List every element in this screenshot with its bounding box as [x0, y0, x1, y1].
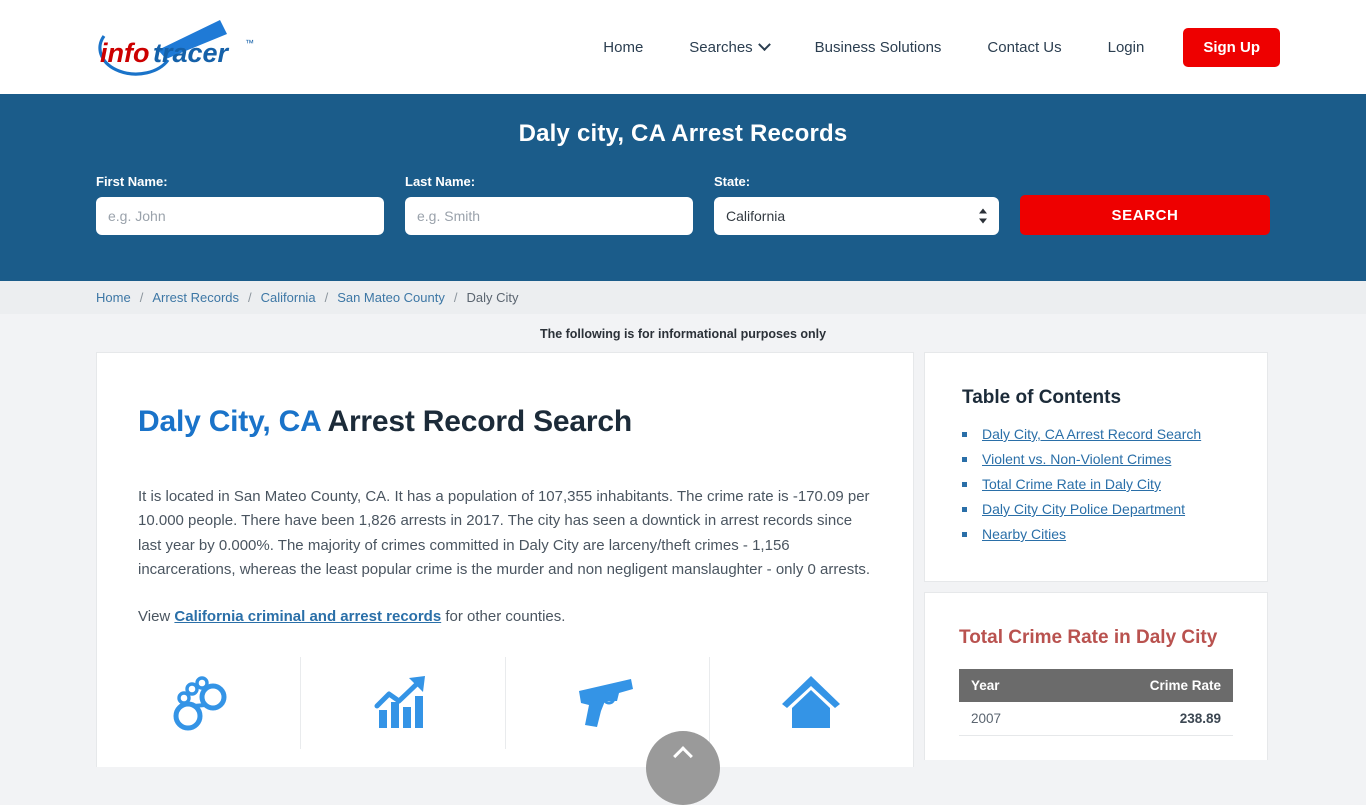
- bullet-icon: [962, 432, 967, 437]
- table-of-contents-card: Table of Contents Daly City, CA Arrest R…: [924, 352, 1268, 582]
- svg-text:tracer: tracer: [153, 38, 230, 68]
- nav-item-label: Searches: [689, 38, 753, 56]
- breadcrumb-item-california[interactable]: California: [261, 290, 316, 305]
- hero-title: Daly city, CA Arrest Records: [518, 120, 848, 147]
- crime-category-icon-strip: [97, 657, 913, 750]
- toc-link-total-crime-rate[interactable]: Total Crime Rate in Daly City: [982, 476, 1161, 492]
- breadcrumb-separator: /: [324, 290, 329, 305]
- california-records-link[interactable]: California criminal and arrest records: [174, 608, 441, 625]
- column-header-year: Year: [959, 669, 1059, 702]
- bullet-icon: [962, 482, 967, 487]
- icon-cell-crime-trend[interactable]: [301, 657, 506, 750]
- infotracer-logo[interactable]: info tracer ™: [96, 14, 266, 80]
- search-form: First Name: Last Name: State: California…: [96, 174, 1270, 235]
- table-row: 2007 238.89: [959, 702, 1233, 736]
- list-item[interactable]: Total Crime Rate in Daly City: [962, 476, 1230, 492]
- page-title: Daly City, CA Arrest Record Search: [138, 405, 872, 439]
- toc-list: Daly City, CA Arrest Record Search Viole…: [962, 426, 1230, 542]
- state-select[interactable]: California: [714, 197, 999, 235]
- list-item[interactable]: Daly City City Police Department: [962, 501, 1230, 517]
- summary-paragraph: It is located in San Mateo County, CA. I…: [138, 488, 871, 578]
- nav-item-label: Home: [603, 38, 644, 56]
- breadcrumb-item-home[interactable]: Home: [96, 290, 131, 305]
- cell-crime-rate: 238.89: [1058, 702, 1233, 736]
- icon-cell-arrests[interactable]: [97, 657, 302, 750]
- cell-year: 2007: [959, 702, 1059, 736]
- toc-link-nearby-cities[interactable]: Nearby Cities: [982, 526, 1066, 542]
- main-content-card: Daly City, CA Arrest Record Search It is…: [96, 352, 914, 767]
- total-crime-rate-card: Total Crime Rate in Daly City Year Crime…: [924, 592, 1268, 760]
- hero-search-banner: Daly city, CA Arrest Records First Name:…: [0, 94, 1366, 281]
- main-navigation: Home Searches Business Solutions Contact…: [580, 27, 1280, 67]
- breadcrumb-separator: /: [139, 290, 144, 305]
- content-area: Daly City, CA Arrest Record Search It is…: [0, 352, 1366, 770]
- view-prefix: View: [138, 608, 175, 626]
- search-button[interactable]: SEARCH: [1020, 195, 1270, 235]
- first-name-field-group: First Name:: [96, 174, 384, 235]
- view-suffix: for other counties.: [441, 608, 566, 626]
- nav-item-contact-us[interactable]: Contact Us: [964, 40, 1084, 55]
- list-item[interactable]: Daly City, CA Arrest Record Search: [962, 426, 1230, 442]
- nav-item-home[interactable]: Home: [580, 40, 666, 55]
- nav-item-login[interactable]: Login: [1085, 40, 1168, 55]
- crime-trend-chart-icon: [374, 676, 425, 729]
- first-name-label: First Name:: [96, 174, 168, 189]
- list-item[interactable]: Violent vs. Non-Violent Crimes: [962, 451, 1230, 467]
- chevron-up-icon: [673, 746, 693, 766]
- table-header-row: Year Crime Rate: [959, 669, 1233, 702]
- toc-link-violent-vs-nonviolent[interactable]: Violent vs. Non-Violent Crimes: [982, 451, 1171, 467]
- bullet-icon: [962, 532, 967, 537]
- page-title-highlight: Daly City, CA: [138, 405, 321, 438]
- crime-rate-title: Total Crime Rate in Daly City: [959, 627, 1218, 648]
- sign-up-button[interactable]: Sign Up: [1183, 27, 1280, 67]
- toc-title: Table of Contents: [962, 387, 1122, 408]
- sidebar: Table of Contents Daly City, CA Arrest R…: [924, 352, 1268, 770]
- icon-cell-property[interactable]: [710, 657, 913, 749]
- scroll-to-top-button[interactable]: [646, 731, 720, 805]
- svg-text:info: info: [100, 38, 149, 68]
- handcuffs-icon: [173, 676, 227, 731]
- site-header: info tracer ™ Home Searches Business Sol…: [0, 0, 1366, 94]
- breadcrumb-item-san-mateo-county[interactable]: San Mateo County: [337, 290, 445, 305]
- disclaimer-text: The following is for informational purpo…: [539, 327, 827, 341]
- nav-item-business-solutions[interactable]: Business Solutions: [792, 40, 965, 55]
- breadcrumb-separator: /: [453, 290, 458, 305]
- first-name-input[interactable]: [96, 197, 384, 235]
- last-name-field-group: Last Name:: [405, 174, 693, 235]
- handgun-icon: [579, 679, 634, 728]
- crime-rate-table: Year Crime Rate 2007 238.89: [959, 669, 1233, 736]
- breadcrumb-separator: /: [248, 290, 252, 305]
- state-label: State:: [714, 174, 751, 189]
- nav-item-searches[interactable]: Searches: [666, 37, 791, 56]
- nav-item-label: Contact Us: [987, 38, 1062, 56]
- breadcrumb-item-arrest-records[interactable]: Arrest Records: [152, 290, 239, 305]
- column-header-crime-rate: Crime Rate: [1058, 669, 1233, 702]
- bullet-icon: [962, 457, 967, 462]
- bullet-icon: [962, 507, 967, 512]
- view-other-counties-line: View California criminal and arrest reco…: [138, 608, 872, 625]
- state-field-group: State: California: [714, 174, 999, 235]
- list-item[interactable]: Nearby Cities: [962, 526, 1230, 542]
- breadcrumb: Home / Arrest Records / California / San…: [0, 281, 1366, 314]
- page-title-rest: Arrest Record Search: [320, 405, 632, 438]
- house-icon: [782, 676, 841, 729]
- chevron-down-icon: [757, 37, 771, 51]
- last-name-input[interactable]: [405, 197, 693, 235]
- toc-link-arrest-record-search[interactable]: Daly City, CA Arrest Record Search: [982, 426, 1201, 442]
- nav-item-label: Login: [1107, 38, 1145, 56]
- nav-item-label: Business Solutions: [814, 38, 942, 56]
- svg-text:™: ™: [245, 38, 254, 48]
- breadcrumb-item-daly-city: Daly City: [466, 290, 519, 305]
- last-name-label: Last Name:: [405, 174, 476, 189]
- toc-link-police-department[interactable]: Daly City City Police Department: [982, 501, 1185, 517]
